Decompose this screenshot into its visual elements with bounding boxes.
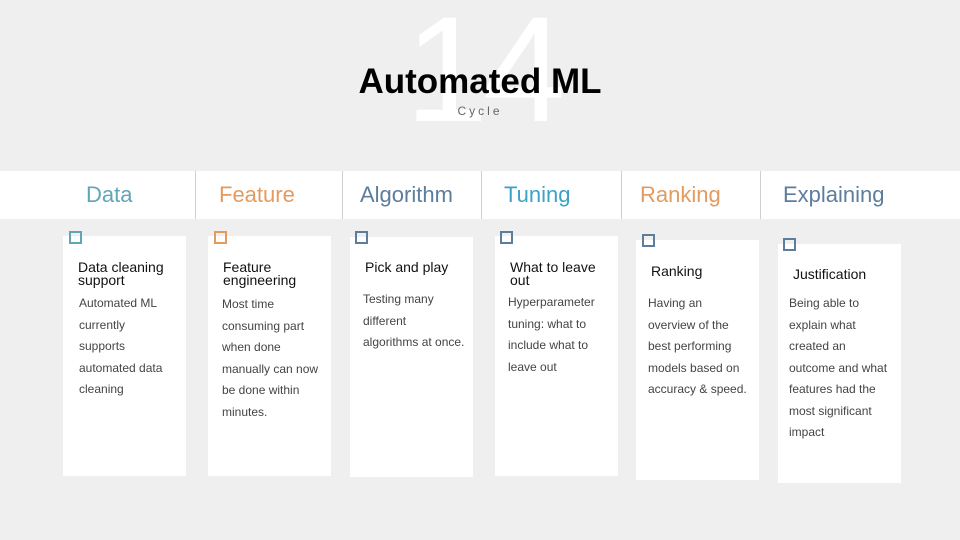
card-line: outcome and what [789,360,888,375]
card-line: best performing [648,339,732,353]
divider [195,171,196,219]
card-title: Data cleaning support [78,259,164,288]
card-line: explain what [789,317,856,332]
card-line: consuming part [222,318,305,333]
card-body: Hyperparameter tuning: what to include w… [508,292,595,378]
divider [342,171,343,219]
stage-header-data: Data [86,182,133,207]
checkbox-icon [500,231,513,244]
card-line: algorithms at once. [363,335,465,349]
card-line: minutes. [222,404,268,419]
checkbox-icon [355,231,368,244]
divider [760,171,761,219]
card-line: most significant [789,403,872,418]
card-line: automated data [79,360,163,375]
stage-header-feature: Feature [219,182,295,207]
slide-title: Automated ML [358,62,602,101]
checkbox-icon [783,238,796,251]
card-body: Most time consuming part when done manua… [222,294,318,423]
card-line: different [363,313,407,328]
card-line: models based on [648,360,740,375]
card-line: created an [789,339,846,353]
slide-subtitle: Cycle [457,104,503,118]
card-line: be done within [222,383,300,397]
card-line: tuning: what to [508,316,587,331]
card-line: Having an [648,296,703,310]
stage-header-explaining: Explaining [783,182,885,207]
card-title: What to leave out [510,259,596,288]
stage-header-algorithm: Algorithm [360,182,453,207]
card-body: Automated ML currently supports automate… [79,293,162,401]
card-line: accuracy & speed. [648,382,747,396]
divider [621,171,622,219]
card-line: Automated ML [79,296,158,310]
card-title: Ranking [651,263,703,279]
card-line: when done [222,340,281,354]
card-line: Being able to [789,296,860,310]
card-title: Pick and play [365,259,449,275]
card-title: Justification [793,266,867,282]
card-line: cleaning [79,382,124,396]
checkbox-icon [214,231,227,244]
card-body: Being able to explain what created an ou… [789,293,887,444]
card-line: include what to [508,338,589,352]
card-line: overview of the [648,317,729,332]
card-line: features had the [789,382,876,396]
card-line: impact [789,425,825,439]
card-body: Testing many different algorithms at onc… [363,289,464,354]
card-body: Having an overview of the best performin… [648,293,747,401]
stage-header-ranking: Ranking [640,182,721,207]
card-line: Hyperparameter [508,295,595,309]
card-line: Testing many [363,292,434,306]
card-line: Most time [222,297,275,311]
divider [481,171,482,219]
stage-header-tuning: Tuning [504,182,571,207]
checkbox-icon [642,234,655,247]
card-title: Feature engineering [223,259,297,288]
checkbox-icon [69,231,82,244]
card-line: manually can now [222,361,319,376]
card-line: leave out [508,359,557,374]
card-line: supports [79,339,126,353]
card-line: currently [79,317,126,332]
